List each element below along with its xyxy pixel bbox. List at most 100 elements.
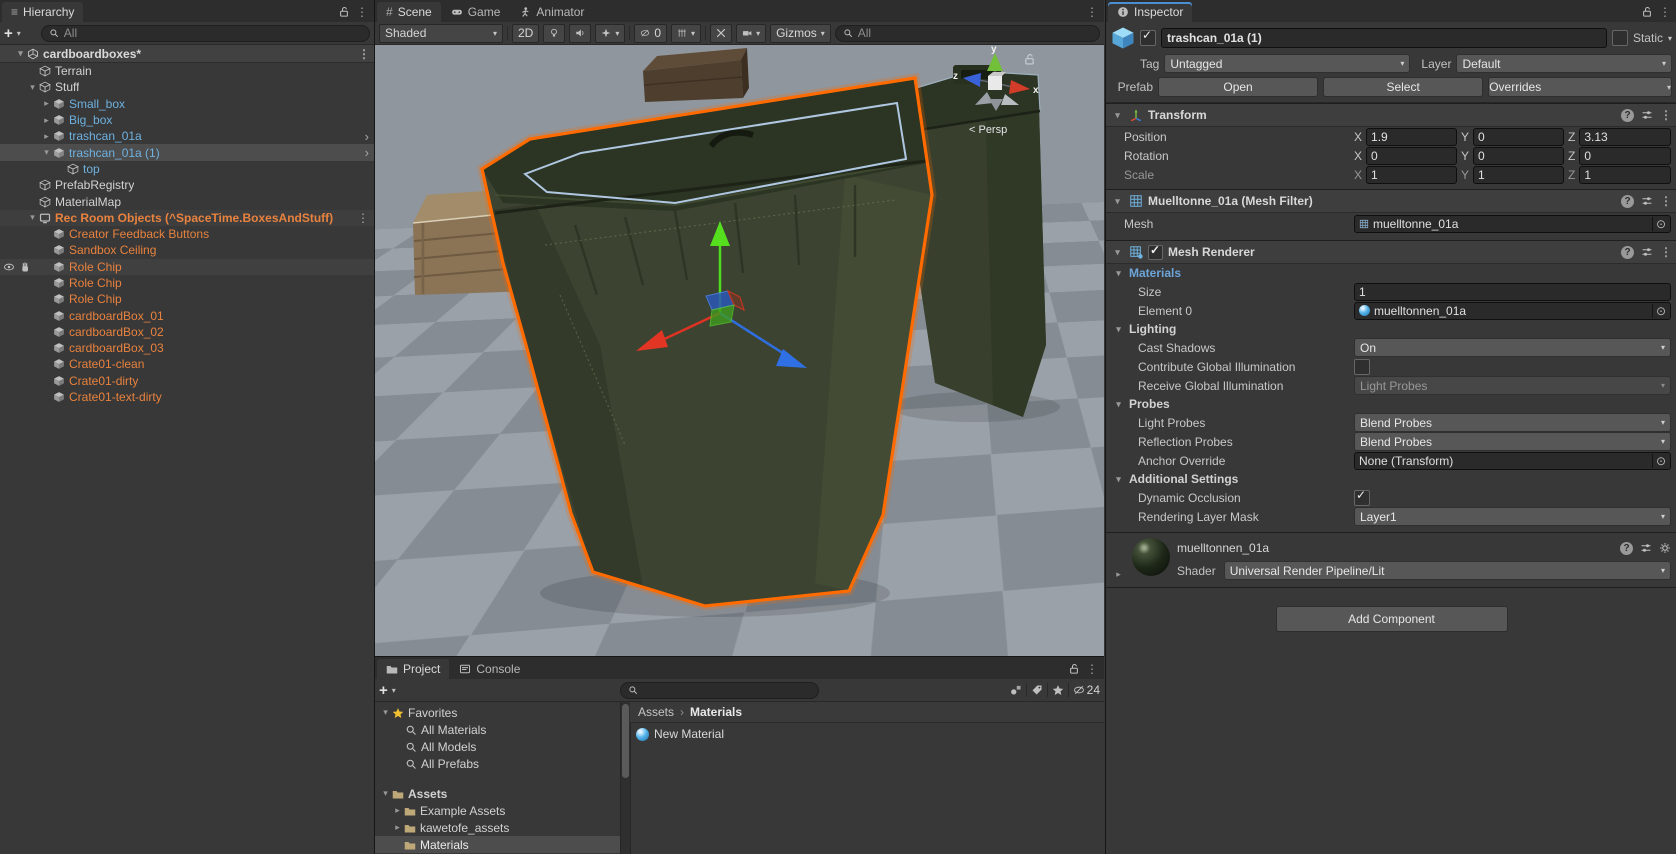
assets-folder-row[interactable]: ▸ Example Assets xyxy=(375,802,620,819)
rotation-x-field[interactable]: 0 xyxy=(1366,147,1457,165)
audio-toggle[interactable] xyxy=(569,24,591,43)
hierarchy-item-row[interactable]: Creator Feedback Buttons xyxy=(0,226,374,242)
material-foldout-arrow[interactable]: ▸ xyxy=(1112,569,1125,580)
hidden-packages-toggle[interactable]: 24 xyxy=(1073,683,1100,697)
scale-z-field[interactable]: 1 xyxy=(1579,166,1671,184)
rotation-z-field[interactable]: 0 xyxy=(1579,147,1671,165)
shading-mode-dropdown[interactable]: Shaded ▾ xyxy=(379,24,503,43)
hierarchy-item-row[interactable]: Role Chip xyxy=(0,259,374,275)
component-menu-icon[interactable]: ⋮ xyxy=(1660,245,1672,259)
layer-dropdown[interactable]: Default▾ xyxy=(1456,54,1672,73)
materials-foldout[interactable]: ▾ Materials xyxy=(1106,264,1676,282)
favorites-item-row[interactable]: All Models xyxy=(375,738,620,755)
foldout-arrow[interactable]: ▾ xyxy=(26,212,39,223)
materials-size-field[interactable]: 1 xyxy=(1354,283,1671,301)
component-menu-icon[interactable]: ⋮ xyxy=(1660,194,1672,208)
hierarchy-item-row[interactable]: ▾Stuff xyxy=(0,79,374,95)
contribute-gi-checkbox[interactable] xyxy=(1354,359,1370,375)
hierarchy-item-row[interactable]: Role Chip xyxy=(0,291,374,307)
foldout-arrow[interactable]: ▸ xyxy=(391,822,404,833)
scene-menu-icon[interactable]: ⋮ xyxy=(358,47,370,61)
tab-scene[interactable]: # Scene xyxy=(377,2,441,22)
create-asset-button[interactable]: + xyxy=(379,683,388,698)
help-icon[interactable]: ? xyxy=(1620,542,1633,555)
material-preview-sphere[interactable] xyxy=(1132,538,1170,576)
file-item[interactable]: New Material xyxy=(630,723,1104,745)
hierarchy-item-row[interactable]: ▸Small_box xyxy=(0,96,374,112)
foldout-arrow[interactable]: ▾ xyxy=(26,82,39,93)
hierarchy-item-row[interactable]: Crate01-text-dirty xyxy=(0,389,374,405)
2d-toggle[interactable]: 2D xyxy=(512,24,539,43)
lock-icon[interactable] xyxy=(1068,663,1080,675)
assets-root-row[interactable]: ▾ Assets xyxy=(375,785,620,802)
materials-element-field[interactable]: muelltonnen_01a ⊙ xyxy=(1354,302,1671,320)
camera-settings-dropdown[interactable]: ▾ xyxy=(736,24,766,43)
transform-component-header[interactable]: ▾ Transform ? ⋮ xyxy=(1106,103,1676,127)
create-dropdown-arrow[interactable]: ▾ xyxy=(17,29,21,38)
component-tools-button[interactable] xyxy=(710,24,732,43)
object-picker-icon[interactable]: ⊙ xyxy=(1652,217,1666,231)
tab-hierarchy[interactable]: ≡ Hierarchy xyxy=(2,2,83,22)
lighting-foldout[interactable]: ▾ Lighting xyxy=(1106,320,1676,338)
tab-console[interactable]: Console xyxy=(450,659,529,679)
panel-menu-icon[interactable]: ⋮ xyxy=(1086,5,1098,19)
hierarchy-item-row[interactable]: PrefabRegistry xyxy=(0,177,374,193)
lighting-toggle[interactable] xyxy=(543,24,565,43)
hierarchy-item-row[interactable]: cardboardBox_02 xyxy=(0,324,374,340)
grid-visibility-dropdown[interactable]: ▾ xyxy=(671,24,701,43)
static-dropdown-arrow[interactable]: ▾ xyxy=(1668,34,1672,43)
shader-dropdown[interactable]: Universal Render Pipeline/Lit▾ xyxy=(1224,561,1671,580)
prefab-open-chevron[interactable]: › xyxy=(365,146,369,159)
scene-viewport[interactable]: y x z < Persp xyxy=(375,45,1104,656)
favorites-item-row[interactable]: All Materials xyxy=(375,721,620,738)
hierarchy-item-row[interactable]: Terrain xyxy=(0,63,374,79)
create-object-button[interactable]: + xyxy=(4,26,13,41)
foldout-arrow[interactable]: ▾ xyxy=(1112,324,1125,335)
hierarchy-item-row[interactable]: Crate01-clean xyxy=(0,356,374,372)
object-picker-icon[interactable]: ⊙ xyxy=(1652,304,1666,318)
perspective-label[interactable]: < Persp xyxy=(969,124,1007,136)
foldout-arrow[interactable]: ▾ xyxy=(1111,247,1124,258)
panel-menu-icon[interactable]: ⋮ xyxy=(1659,5,1671,19)
foldout-arrow[interactable]: ▾ xyxy=(40,147,53,158)
foldout-arrow[interactable]: ▸ xyxy=(391,805,404,816)
favorites-root-row[interactable]: ▾ Favorites xyxy=(375,704,620,721)
selected-trashcan-object[interactable] xyxy=(482,78,932,606)
favorites-item-row[interactable]: All Prefabs xyxy=(375,755,620,772)
scene-search-input[interactable]: All xyxy=(835,25,1100,42)
static-checkbox[interactable] xyxy=(1612,30,1628,46)
rotation-y-field[interactable]: 0 xyxy=(1473,147,1564,165)
hidden-objects-toggle[interactable]: 0 xyxy=(634,24,667,43)
lock-icon[interactable] xyxy=(338,6,350,18)
panel-menu-icon[interactable]: ⋮ xyxy=(1086,662,1098,676)
component-menu-icon[interactable]: ⋮ xyxy=(1660,108,1672,122)
prefab-overrides-dropdown[interactable]: Overrides▾ xyxy=(1488,77,1672,97)
hierarchy-item-row[interactable]: cardboardBox_03 xyxy=(0,340,374,356)
mesh-renderer-component-header[interactable]: ▾ Mesh Renderer ? ⋮ xyxy=(1106,240,1676,264)
active-checkbox[interactable] xyxy=(1140,30,1156,46)
hierarchy-item-row[interactable]: ▸trashcan_01a› xyxy=(0,128,374,144)
panel-menu-icon[interactable]: ⋮ xyxy=(356,5,368,19)
mesh-filter-component-header[interactable]: ▾ Muelltonne_01a (Mesh Filter) ? ⋮ xyxy=(1106,189,1676,213)
foldout-arrow[interactable]: ▾ xyxy=(1112,474,1125,485)
assets-folder-row[interactable]: ▸ kawetofe_assets xyxy=(375,819,620,836)
hierarchy-item-row[interactable]: top xyxy=(0,161,374,177)
presets-icon[interactable] xyxy=(1641,195,1653,207)
gizmos-dropdown[interactable]: Gizmos▾ xyxy=(770,24,831,43)
probes-foldout[interactable]: ▾ Probes xyxy=(1106,395,1676,413)
tab-game[interactable]: Game xyxy=(442,2,510,22)
hierarchy-item-row[interactable]: ▾trashcan_01a (1)› xyxy=(0,144,374,160)
saved-search-star-icon[interactable] xyxy=(1052,684,1064,696)
tab-inspector[interactable]: Inspector xyxy=(1108,2,1192,22)
object-picker-icon[interactable]: ⊙ xyxy=(1652,454,1666,468)
hierarchy-item-row[interactable]: Crate01-dirty xyxy=(0,373,374,389)
mesh-object-field[interactable]: muelltonne_01a ⊙ xyxy=(1354,215,1671,233)
hierarchy-item-row[interactable]: ▾Rec Room Objects (^SpaceTime.BoxesAndSt… xyxy=(0,210,374,226)
help-icon[interactable]: ? xyxy=(1621,246,1634,259)
row-visibility-toggles[interactable] xyxy=(3,261,31,273)
prefab-open-button[interactable]: Open xyxy=(1158,77,1318,97)
presets-icon[interactable] xyxy=(1641,109,1653,121)
create-dropdown-arrow[interactable]: ▾ xyxy=(392,686,396,695)
foldout-arrow[interactable]: ▾ xyxy=(1112,268,1125,279)
search-by-label-icon[interactable] xyxy=(1031,684,1043,696)
